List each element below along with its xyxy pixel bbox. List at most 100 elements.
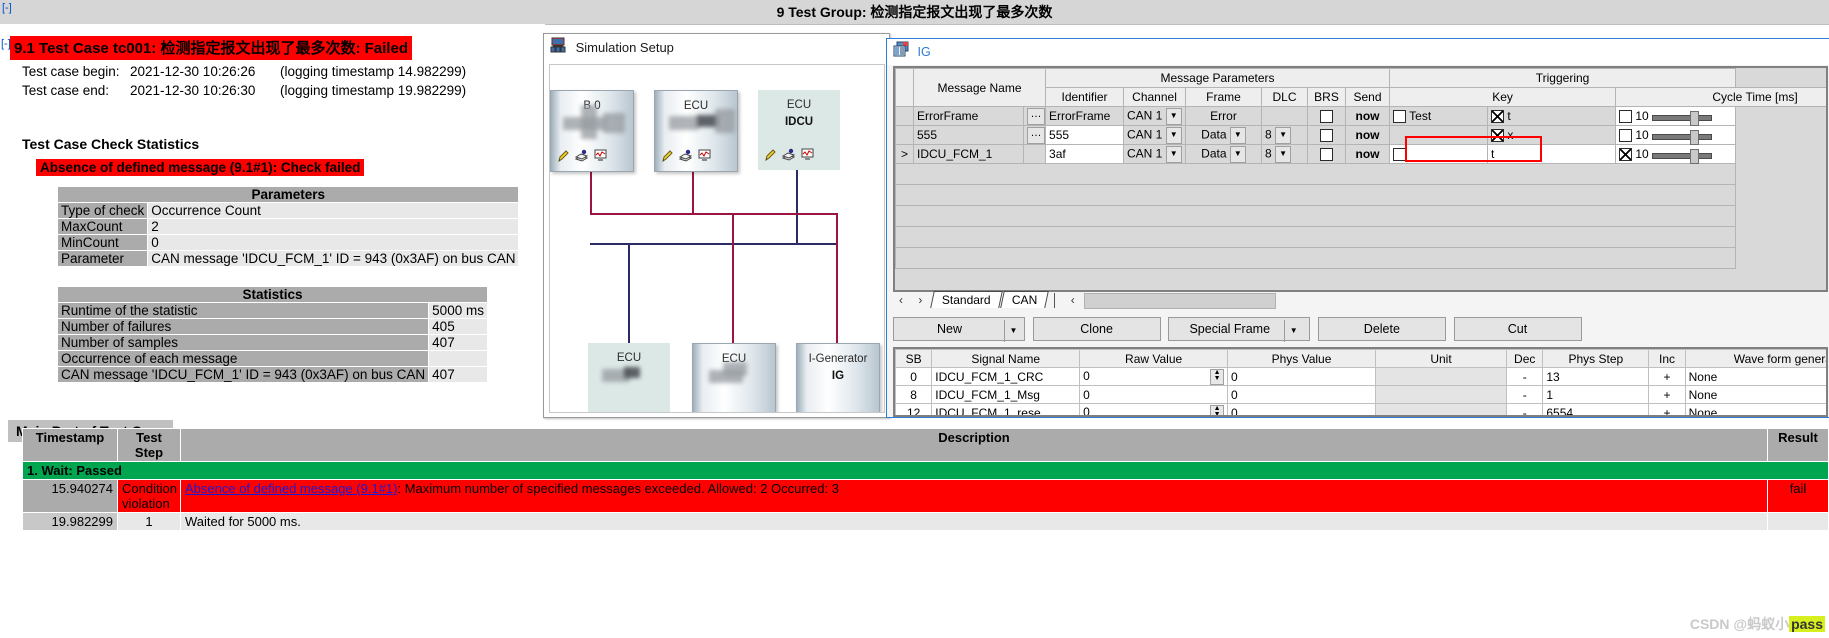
brs-checkbox[interactable]	[1320, 110, 1334, 124]
sig-col-sb[interactable]: SB	[895, 349, 933, 368]
sig-cell-name[interactable]: IDCU_FCM_1_Msg	[931, 385, 1081, 404]
sig-cell-name[interactable]: IDCU_FCM_1_rese	[931, 403, 1081, 415]
brs-checkbox[interactable]	[1320, 148, 1334, 162]
sig-cell-name[interactable]: IDCU_FCM_1_CRC	[931, 367, 1081, 386]
table-row[interactable]: 19.982299 1 Waited for 5000 ms.	[22, 512, 1829, 531]
tab-standard[interactable]: Standard	[929, 291, 1003, 308]
ig-message-name-browse-button[interactable]: …	[1022, 106, 1047, 126]
horizontal-scrollbar[interactable]	[1084, 292, 1277, 309]
sim-node-4[interactable]: ECU	[692, 343, 776, 412]
sig-col-inc[interactable]: Inc	[1648, 349, 1686, 368]
chevron-down-icon[interactable]: ▼	[1003, 320, 1023, 342]
ig-button-row[interactable]: New ▼ Clone Special Frame ▼ Delete Cut	[893, 317, 1824, 342]
cycle-checkbox[interactable]	[1619, 110, 1633, 124]
sig-col-raw-value[interactable]: Raw Value	[1079, 349, 1229, 368]
ig-cell-dlc[interactable]	[1261, 106, 1309, 126]
ig-cell-send[interactable]: now	[1345, 125, 1391, 145]
tab-can[interactable]: CAN	[999, 291, 1049, 308]
simulation-setup-window[interactable]: Simulation Setup B 0 ECU	[543, 33, 890, 418]
sig-cell-dec[interactable]: -	[1506, 385, 1544, 404]
ig-col-message-name[interactable]: Message Name	[912, 68, 1047, 107]
sig-cell-dec[interactable]: -	[1506, 403, 1544, 415]
sig-cell-step[interactable]: 1	[1542, 385, 1650, 404]
ig-cell-identifier[interactable]: ErrorFrame	[1045, 106, 1125, 126]
ig-cell-message-name[interactable]: 555	[913, 125, 1024, 145]
ig-cell-dlc[interactable]: 8 ▼	[1261, 125, 1309, 145]
table-row[interactable]: ErrorFrame … ErrorFrame CAN 1 ▼ Error no…	[895, 106, 1827, 126]
ig-cell-frame[interactable]: Data ▼	[1185, 144, 1263, 164]
ig-col-identifier[interactable]: Identifier	[1045, 87, 1125, 107]
sim-node-icons[interactable]	[764, 148, 814, 165]
ig-col-dlc[interactable]: DLC	[1261, 87, 1309, 107]
sig-cell-step[interactable]: 13	[1542, 367, 1650, 386]
spinner-up-icon[interactable]: ▲ ▼	[1210, 404, 1225, 415]
clone-button[interactable]: Clone	[1032, 317, 1161, 341]
simulation-setup-canvas[interactable]: B 0 ECU ECU IDCU	[549, 64, 885, 413]
delete-button[interactable]: Delete	[1317, 317, 1446, 341]
special-frame-button[interactable]: Special Frame ▼	[1168, 317, 1311, 342]
ig-window[interactable]: IG Message Name Message Parameters Trigg…	[886, 38, 1829, 418]
sim-node-5[interactable]: I-Generator IG	[796, 343, 880, 412]
sig-cell-raw[interactable]: 0	[1079, 385, 1229, 404]
ig-message-grid[interactable]: Message Name Message Parameters Triggeri…	[893, 66, 1828, 292]
cut-button[interactable]: Cut	[1453, 317, 1582, 341]
chevron-down-icon[interactable]: ▼	[1229, 126, 1246, 144]
sig-cell-waveform[interactable]: None	[1684, 403, 1826, 415]
sim-node-icons[interactable]	[661, 149, 711, 166]
ig-col-cycle-time[interactable]: Cycle Time [ms]	[1615, 87, 1826, 107]
tab-prev-arrow-icon[interactable]: ‹	[893, 293, 909, 307]
sig-cell-phys[interactable]: 0	[1227, 403, 1376, 415]
ig-cell-channel[interactable]: CAN 1 ▼	[1123, 125, 1187, 145]
sig-col-signal-name[interactable]: Signal Name	[931, 349, 1081, 368]
brs-checkbox[interactable]	[1320, 129, 1334, 143]
table-row[interactable]: 0 IDCU_FCM_1_CRC 0 ▲ ▼ 0 - 13 + None	[895, 367, 1826, 386]
chevron-down-icon[interactable]: ▼	[1165, 107, 1182, 125]
ig-cell-key[interactable]	[1389, 144, 1489, 164]
table-row[interactable]: 555 … 555 CAN 1 ▼ Data ▼ 8 ▼ now x 10	[895, 125, 1827, 145]
key-checkbox[interactable]	[1393, 110, 1407, 124]
table-row[interactable]: 12 IDCU_FCM_1_rese 0 ▲ ▼ 0 - 6554 + None	[895, 403, 1826, 415]
ig-col-channel[interactable]: Channel	[1123, 87, 1187, 107]
key-enable-checkbox[interactable]	[1491, 129, 1505, 143]
table-row[interactable]: 8 IDCU_FCM_1_Msg 0 0 - 1 + None	[895, 385, 1826, 404]
sig-cell-dec[interactable]: -	[1506, 367, 1544, 386]
sig-cell-inc[interactable]: +	[1648, 385, 1686, 404]
chevron-down-icon[interactable]: ▼	[1283, 320, 1303, 342]
ig-cell-message-name[interactable]: ErrorFrame	[913, 106, 1024, 126]
sig-cell-raw[interactable]: 0 ▲ ▼	[1079, 367, 1229, 386]
sig-col-phys-value[interactable]: Phys Value	[1227, 349, 1376, 368]
sig-col-phys-step[interactable]: Phys Step	[1542, 349, 1650, 368]
ig-cell-send[interactable]: now	[1345, 106, 1391, 126]
ig-cell-frame[interactable]: Error	[1185, 106, 1263, 126]
chevron-down-icon[interactable]: ▼	[1165, 145, 1182, 163]
ig-col-send[interactable]: Send	[1345, 87, 1391, 107]
cycle-checkbox[interactable]	[1619, 148, 1633, 162]
ig-cell-send[interactable]: now	[1345, 144, 1391, 164]
sim-node-icons[interactable]	[557, 149, 607, 166]
check-link[interactable]: Absence of defined message (9.1#1)	[185, 481, 397, 496]
ig-cell-identifier[interactable]: 555	[1045, 125, 1125, 145]
ig-cell-brs[interactable]	[1307, 144, 1347, 164]
ig-cell-cycle-time[interactable]: 10	[1615, 144, 1737, 164]
chevron-down-icon[interactable]: ▼	[1275, 126, 1292, 144]
ig-col-frame[interactable]: Frame	[1185, 87, 1263, 107]
ig-message-name-browse-button[interactable]	[1022, 144, 1047, 164]
sig-cell-phys[interactable]: 0	[1227, 385, 1376, 404]
ig-cell-cycle-time[interactable]: 10	[1615, 106, 1737, 126]
sim-node-3[interactable]: ECU	[588, 343, 670, 412]
ig-cell-dlc[interactable]: 8 ▼	[1261, 144, 1309, 164]
sig-cell-step[interactable]: 6554	[1542, 403, 1650, 415]
ig-cell-channel[interactable]: CAN 1 ▼	[1123, 106, 1187, 126]
ig-cell-key-char[interactable]: t	[1487, 106, 1617, 126]
ig-cell-frame[interactable]: Data ▼	[1185, 125, 1263, 145]
table-row[interactable]: > IDCU_FCM_1 3af CAN 1 ▼ Data ▼ 8 ▼ now …	[895, 144, 1827, 164]
ig-cell-cycle-time[interactable]: 10	[1615, 125, 1737, 145]
ig-cell-identifier[interactable]: 3af	[1045, 144, 1125, 164]
ig-cell-key[interactable]	[1389, 125, 1489, 145]
cycle-time-slider[interactable]	[1652, 148, 1713, 164]
new-button[interactable]: New ▼	[893, 317, 1025, 342]
ig-col-brs[interactable]: BRS	[1307, 87, 1347, 107]
spinner-up-icon[interactable]: ▲ ▼	[1210, 368, 1225, 385]
ig-tabbar[interactable]: ‹ › Standard CAN ‹	[893, 291, 1824, 311]
tab-next-arrow-icon[interactable]: ›	[912, 293, 928, 307]
